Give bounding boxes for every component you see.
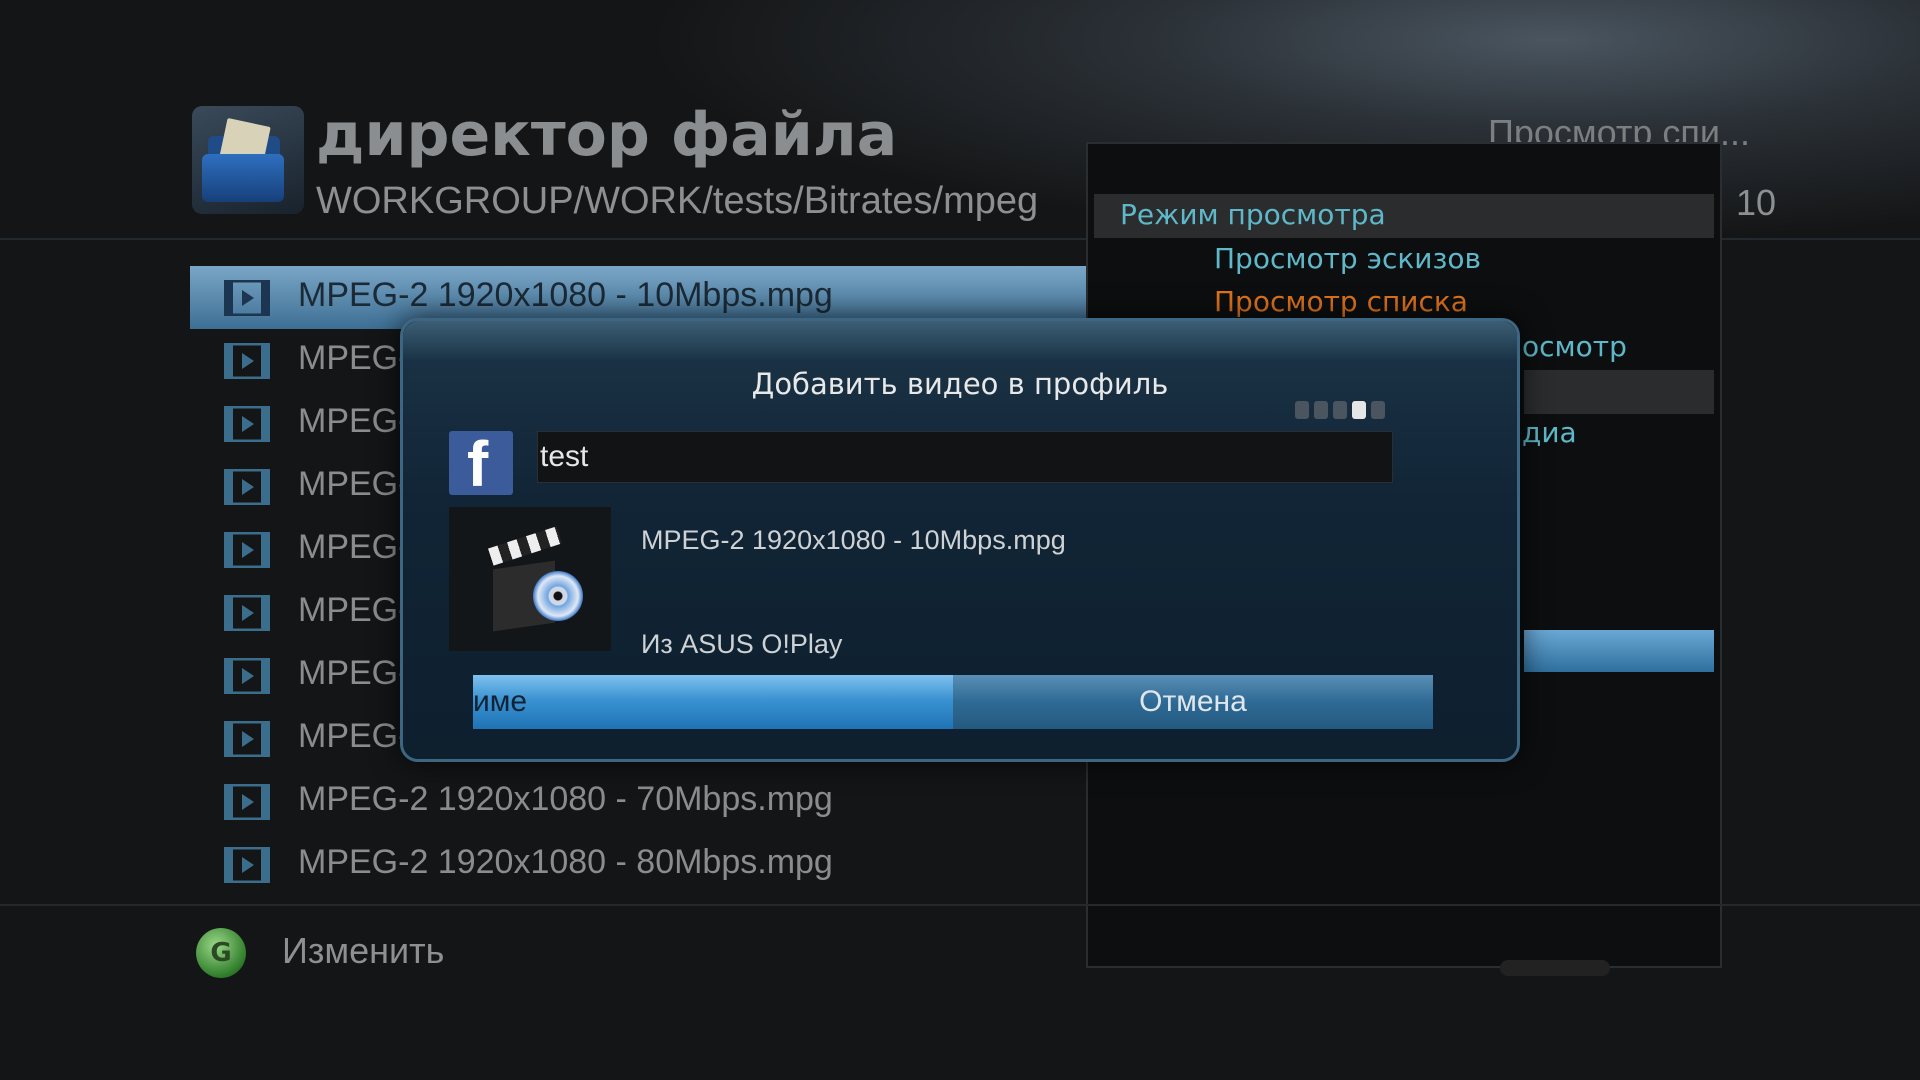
film-file-icon [224, 784, 270, 820]
film-file-icon [224, 532, 270, 568]
file-row[interactable]: MPEG-2 1920x1080 - 70Mbps.mpg [190, 770, 1090, 833]
video-name-input[interactable] [537, 431, 1393, 483]
film-file-icon [224, 847, 270, 883]
film-file-icon [224, 469, 270, 505]
step-dot-active [1352, 401, 1366, 419]
file-name: MPEG-2 1920x1080 - 10Mbps.mpg [298, 276, 833, 314]
add-video-dialog: Добавить видео в профиль f MPEG-2 1920x1… [400, 318, 1520, 762]
media-title: MPEG-2 1920x1080 - 10Mbps.mpg [641, 525, 1066, 555]
menu-selection-bar[interactable] [1524, 630, 1714, 672]
film-file-icon [224, 343, 270, 379]
menu-shadow [1500, 960, 1610, 976]
green-g-button-icon[interactable]: G [196, 928, 246, 978]
clapperboard-disc-icon [449, 507, 611, 651]
dialog-title: Добавить видео в профиль [751, 367, 1169, 401]
dialog-button-row: име Отмена [473, 675, 1433, 729]
film-file-icon [224, 595, 270, 631]
step-dot [1295, 401, 1309, 419]
step-dot [1314, 401, 1328, 419]
menu-item-thumbnail-view[interactable]: Просмотр эскизов [1214, 242, 1481, 275]
step-dot [1371, 401, 1385, 419]
step-dot [1333, 401, 1347, 419]
page-title: директор файла [316, 100, 898, 170]
media-source: Из ASUS O!Play [641, 629, 843, 659]
dialog-gloss [403, 321, 1517, 361]
footer-divider [0, 904, 1920, 906]
film-file-icon [224, 280, 270, 316]
cancel-button[interactable]: Отмена [953, 675, 1433, 729]
file-name: MPEG-2 1920x1080 - 70Mbps.mpg [298, 780, 833, 818]
menu-item-list-view[interactable]: Просмотр списка [1214, 285, 1468, 318]
film-file-icon [224, 406, 270, 442]
breadcrumb-path: WORKGROUP/WORK/tests/Bitrates/mpeg [316, 180, 1039, 222]
footer-edit-label[interactable]: Изменить [282, 930, 444, 972]
menu-item-media[interactable]: диа [1522, 416, 1577, 449]
confirm-button[interactable]: име [473, 675, 953, 729]
facebook-icon: f [449, 428, 513, 500]
file-manager-folder-icon [192, 106, 304, 214]
file-name: MPEG-2 1920x1080 - 80Mbps.mpg [298, 843, 833, 881]
menu-item-preview[interactable]: осмотр [1522, 330, 1627, 363]
menu-header[interactable]: Режим просмотра [1120, 198, 1386, 231]
step-indicator [1295, 401, 1390, 421]
film-file-icon [224, 721, 270, 757]
menu-row-highlight [1524, 370, 1714, 414]
file-row[interactable]: MPEG-2 1920x1080 - 80Mbps.mpg [190, 833, 1090, 896]
file-count: 10 [1736, 182, 1777, 223]
film-file-icon [224, 658, 270, 694]
